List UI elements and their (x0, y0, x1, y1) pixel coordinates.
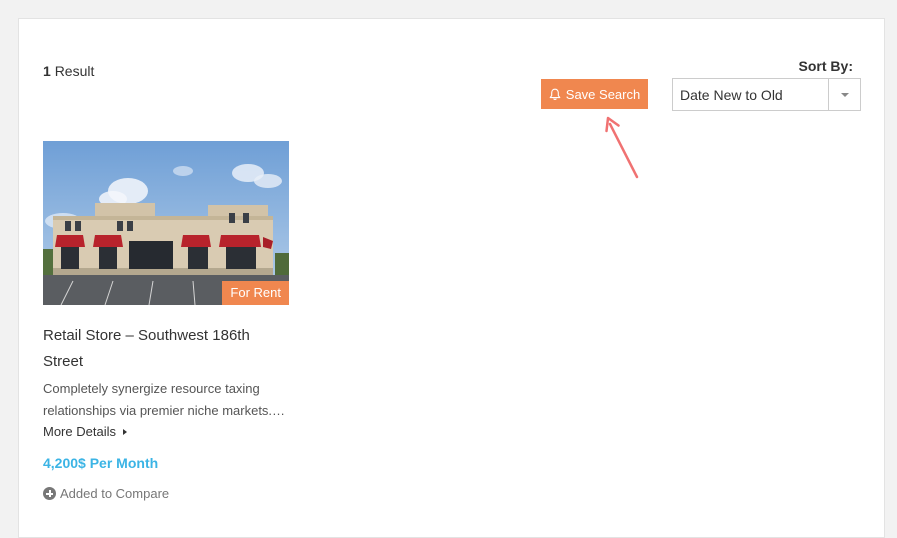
listing-description: Completely synergize resource taxing rel… (43, 381, 286, 418)
result-count-label: Result (54, 63, 95, 79)
compare-label: Added to Compare (60, 486, 170, 501)
listing-image[interactable]: For Rent (43, 141, 289, 305)
save-search-label: Save Search (565, 86, 641, 102)
save-search-button[interactable]: Save Search (541, 79, 648, 109)
sort-by-label: Sort By: (798, 58, 853, 74)
annotation-arrow (605, 116, 639, 179)
more-details-label: More Details (43, 424, 116, 439)
sort-select[interactable]: Date New to Old (672, 78, 861, 111)
result-count: 1 Result (43, 63, 94, 79)
listing-title[interactable]: Retail Store – Southwest 186th Street (43, 323, 283, 375)
status-badge: For Rent (222, 281, 289, 305)
result-count-number: 1 (43, 63, 51, 79)
listing-price: 4,200$ Per Month (43, 455, 159, 471)
sort-select-value: Date New to Old (680, 86, 783, 103)
more-details-link[interactable]: More Details (43, 424, 127, 439)
caret-right-icon (122, 429, 127, 435)
chevron-down-icon (840, 92, 849, 97)
bell-icon (549, 88, 561, 100)
sort-select-toggle[interactable] (828, 79, 860, 110)
plus-circle-icon (43, 487, 56, 500)
compare-toggle[interactable]: Added to Compare (43, 486, 169, 501)
